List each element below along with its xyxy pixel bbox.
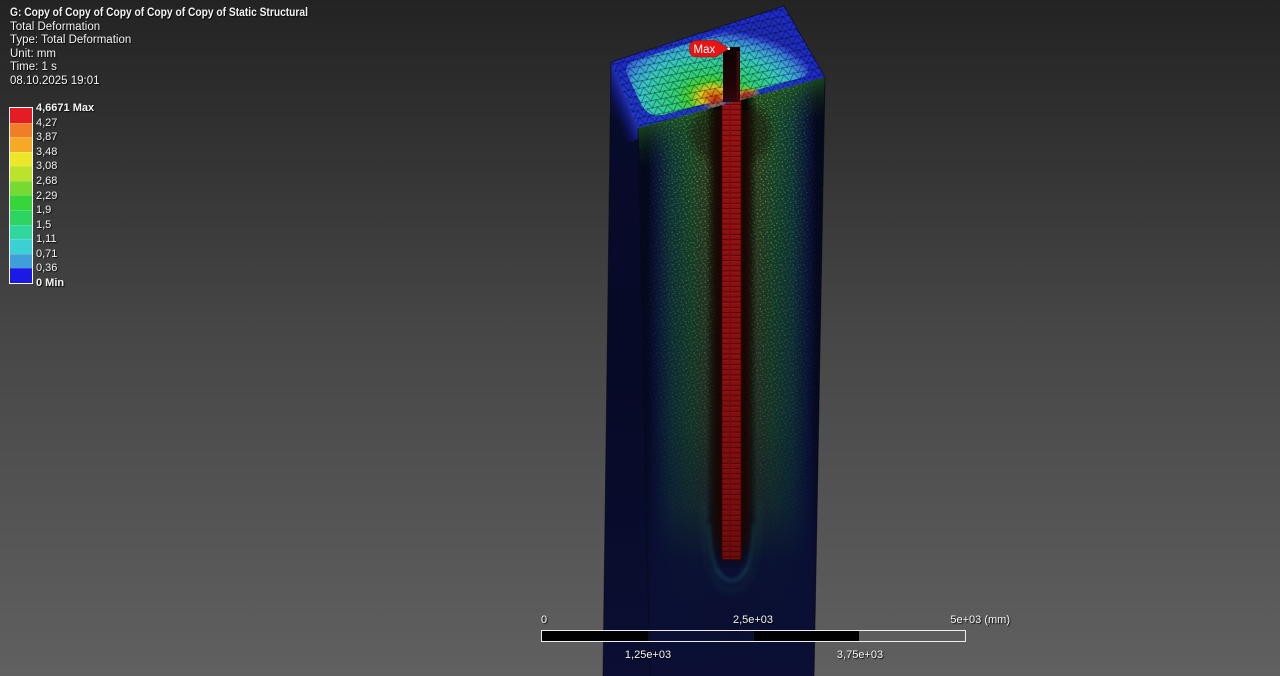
svg-text:Max: Max [694, 44, 716, 56]
